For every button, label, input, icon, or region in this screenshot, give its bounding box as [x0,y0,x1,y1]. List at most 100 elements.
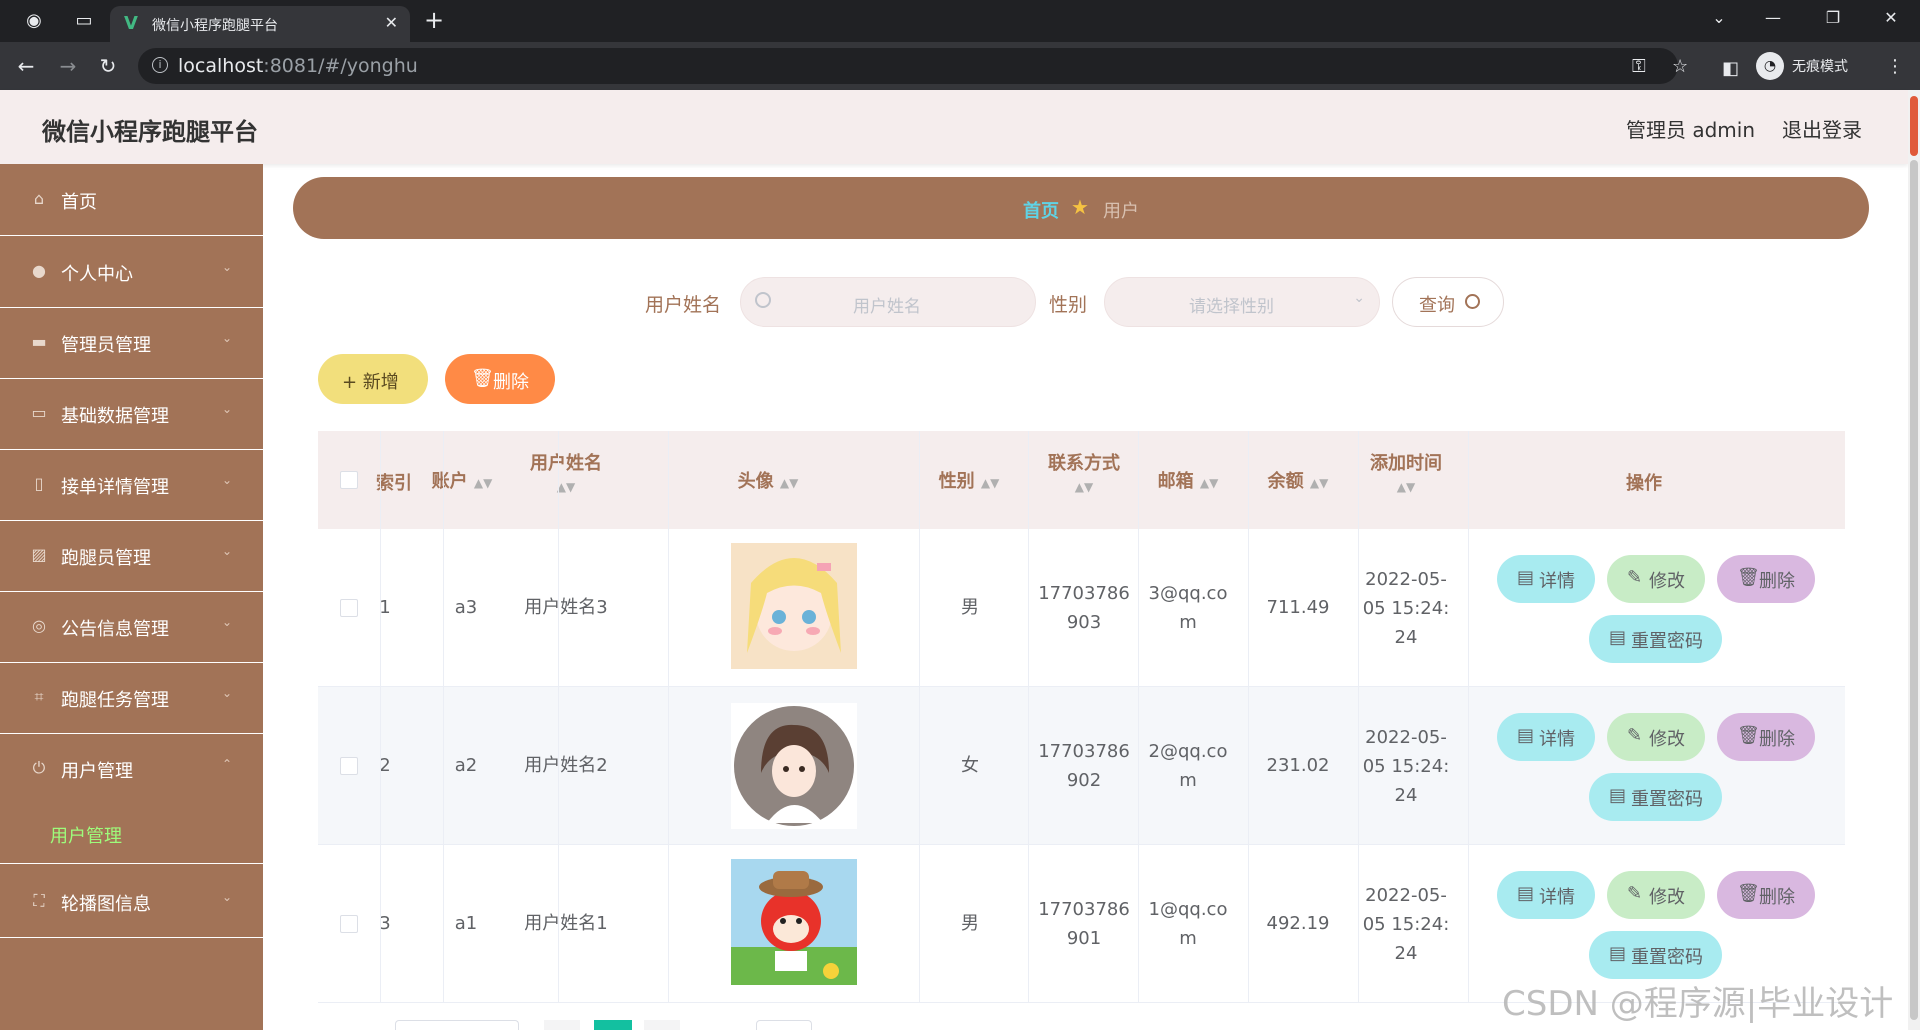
detail-button[interactable]: ▤ 详情 [1497,713,1595,761]
forward-icon[interactable]: → [56,54,80,78]
header-added-time[interactable]: 添加时间 ▲▼ [1358,449,1454,496]
user-table: 索引 账户 ▲▼ 用户姓名 ▲▼ 头像 ▲▼ 性别 ▲▼ 联系方式 ▲▼ 邮箱 ▲▼… [318,431,1845,1011]
document-icon: ▤ [1609,627,1627,648]
cell-gender: 女 [961,755,979,776]
delete-button[interactable]: 🗑 删除 [1717,871,1815,919]
jump-page-input[interactable] [756,1020,812,1030]
chevron-down-icon: ⌄ [222,890,233,904]
cell-balance: 711.49 [1266,597,1330,618]
gender-select[interactable]: 请选择性别 ⌄ [1104,277,1380,327]
sidebar-item-announcement[interactable]: ◎ 公告信息管理 ⌄ [0,591,263,663]
close-icon[interactable]: ✕ [385,13,398,32]
detail-button[interactable]: ▤ 详情 [1497,555,1595,603]
cell-name: 用户姓名3 [524,597,608,618]
sidebar-item-carousel[interactable]: ⛶ 轮播图信息 ⌄ [0,866,263,938]
add-button[interactable]: + 新增 [318,354,428,404]
sidebar-item-home[interactable]: ⌂ 首页 [0,164,263,236]
scrollbar-thumb[interactable] [1910,160,1918,1020]
detail-button[interactable]: ▤ 详情 [1497,871,1595,919]
delete-button[interactable]: 🗑 删除 [1717,555,1815,603]
cell-added-time: 2022-05- 05 15:24: 24 [1362,885,1450,964]
sidepanel-icon[interactable]: ◧ [1722,58,1739,79]
menu-dots-icon[interactable]: ⋮ [1886,56,1904,77]
query-button[interactable]: 查询 [1392,277,1504,327]
window-close-icon[interactable]: ✕ [1876,8,1906,27]
cell-contact: 17703786 902 [1038,741,1130,791]
header-avatar[interactable]: 头像 ▲▼ [718,467,818,493]
chevron-up-icon: ⌃ [222,757,233,771]
reset-password-button[interactable]: ▤ 重置密码 [1589,931,1722,979]
sidebar-item-label: 首页 [61,192,97,213]
sidebar-item-runner-management[interactable]: ▨ 跑腿员管理 ⌄ [0,520,263,592]
trash-icon: 🗑 [471,368,494,389]
plus-icon[interactable]: + [424,8,444,32]
header-account[interactable]: 账户 ▲▼ [426,467,498,493]
minimize-icon[interactable]: — [1758,8,1788,27]
column-divider [443,431,444,1003]
page-scrollbar[interactable] [1908,90,1920,1030]
current-page-button[interactable] [594,1020,632,1030]
header-gender[interactable]: 性别 ▲▼ [934,467,1004,493]
row-checkbox[interactable] [340,915,358,933]
document-icon: ▤ [1517,567,1535,588]
search-name-input[interactable]: 用户姓名 [740,277,1036,327]
edit-icon: ✎ [1627,567,1643,588]
breadcrumb-home[interactable]: 首页 [1023,197,1059,223]
back-icon[interactable]: ← [14,54,38,78]
restore-icon[interactable]: ❐ [1818,8,1848,27]
header-contact[interactable]: 联系方式 ▲▼ [1036,449,1132,496]
edit-button[interactable]: ✎ 修改 [1607,555,1705,603]
key-icon[interactable]: ⚿ [1632,56,1646,77]
column-divider [1358,431,1359,1003]
globe-icon[interactable]: ◉ [22,9,46,33]
star-icon: ★ [1071,195,1089,219]
logout-link[interactable]: 退出登录 [1782,114,1862,143]
table-header: 索引 账户 ▲▼ 用户姓名 ▲▼ 头像 ▲▼ 性别 ▲▼ 联系方式 ▲▼ 邮箱 ▲▼… [318,431,1845,529]
incognito-indicator[interactable]: ◔ 无痕模式 [1756,50,1848,82]
sidebar-item-admin-management[interactable]: ▬ 管理员管理 ⌄ [0,307,263,379]
header-balance[interactable]: 余额 ▲▼ [1258,467,1338,493]
edit-button[interactable]: ✎ 修改 [1607,713,1705,761]
page-size-select[interactable] [395,1020,519,1030]
sort-icon: ▲▼ [1309,476,1329,490]
reset-password-button[interactable]: ▤ 重置密码 [1589,773,1722,821]
cell-contact: 17703786 901 [1038,899,1130,949]
delete-button[interactable]: 🗑 删除 [1717,713,1815,761]
sidebar-subitem-user-management[interactable]: 用户管理 [0,804,263,864]
chat-icon: ▬ [31,332,47,351]
header-email[interactable]: 邮箱 ▲▼ [1148,467,1228,493]
sidebar-item-order-details[interactable]: ▯ 接单详情管理 ⌄ [0,449,263,521]
browser-tab[interactable]: V 微信小程序跑腿平台 ✕ [110,6,410,42]
row-checkbox[interactable] [340,757,358,775]
address-bar[interactable]: i localhost:8081/#/yonghu ⚿ ☆ [138,48,1688,84]
header-name[interactable]: 用户姓名 ▲▼ [518,449,614,496]
column-divider [1468,431,1469,1003]
chevron-down-icon[interactable]: ⌄ [1704,8,1734,27]
edit-button[interactable]: ✎ 修改 [1607,871,1705,919]
cell-gender: 男 [961,913,979,934]
window-icon[interactable]: ▭ [72,9,96,33]
cell-name: 用户姓名1 [524,913,608,934]
select-all-checkbox[interactable] [340,471,358,489]
star-icon[interactable]: ☆ [1672,56,1688,77]
avatar [731,543,857,669]
row-checkbox[interactable] [340,599,358,617]
reload-icon[interactable]: ↻ [96,54,120,78]
sidebar-item-personal-center[interactable]: ● 个人中心 ⌄ [0,236,263,308]
sidebar-item-label: 基础数据管理 [61,406,169,427]
batch-delete-button[interactable]: 🗑 删除 [445,354,555,404]
column-divider [919,431,920,1003]
sidebar-item-task-management[interactable]: ⌗ 跑腿任务管理 ⌄ [0,662,263,734]
search-icon [755,292,771,308]
sort-icon: ▲▼ [556,480,576,494]
sidebar-item-label: 轮播图信息 [61,894,151,915]
next-page-button[interactable] [644,1020,680,1030]
sidebar-item-basic-data[interactable]: ▭ 基础数据管理 ⌄ [0,378,263,450]
info-icon[interactable]: i [152,57,168,73]
table-row: 1 a3 用户姓名3 男 17703786 903 3@qq.co m 711.49… [318,529,1845,687]
chevron-down-icon: ⌄ [222,402,233,416]
prev-page-button[interactable] [544,1020,580,1030]
reset-password-button[interactable]: ▤ 重置密码 [1589,615,1722,663]
breadcrumb-current: 用户 [1103,201,1139,222]
sidebar-item-user-management[interactable]: ⏻ 用户管理 ⌃ [0,733,263,805]
